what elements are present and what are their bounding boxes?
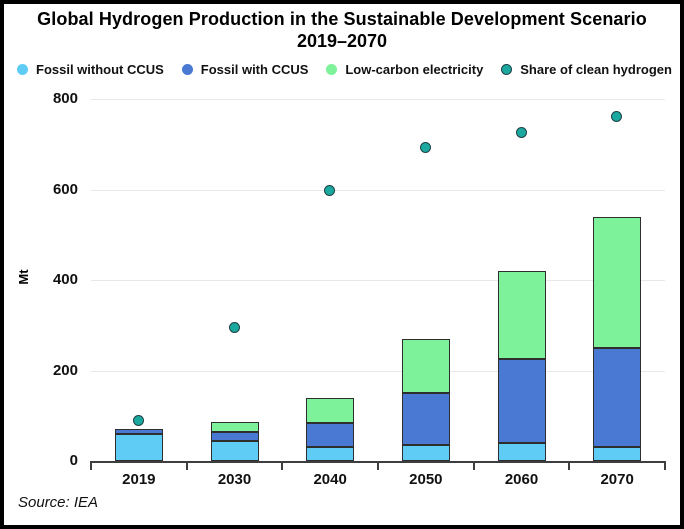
bar-segment bbox=[593, 447, 641, 461]
chart-title: Global Hydrogen Production in the Sustai… bbox=[4, 9, 680, 30]
bar-segment bbox=[306, 423, 354, 448]
x-axis-tick bbox=[186, 461, 188, 470]
scatter-dot bbox=[420, 142, 431, 153]
bar-segment bbox=[593, 217, 641, 348]
chart-card: Global Hydrogen Production in the Sustai… bbox=[0, 0, 684, 529]
scatter-dot bbox=[229, 322, 240, 333]
y-tick-label: 200 bbox=[22, 362, 78, 380]
x-axis-tick bbox=[377, 461, 379, 470]
bar-segment bbox=[402, 339, 450, 393]
bar-segment bbox=[593, 348, 641, 448]
stacked-bar bbox=[402, 339, 450, 461]
x-axis: 2019 2030 2040 2050 2060 2070 bbox=[91, 471, 665, 491]
bar-segment bbox=[306, 447, 354, 461]
legend-item: Fossil with CCUS bbox=[182, 62, 309, 77]
y-tick-label: 400 bbox=[22, 271, 78, 289]
legend-label: Low-carbon electricity bbox=[345, 62, 483, 77]
x-tick-label: 2060 bbox=[477, 471, 567, 488]
gridline bbox=[91, 371, 665, 372]
gridline bbox=[91, 190, 665, 191]
x-axis-tick bbox=[473, 461, 475, 470]
scatter-dot bbox=[324, 185, 335, 196]
x-axis-tick bbox=[664, 461, 666, 470]
bar-segment bbox=[306, 398, 354, 423]
scatter-dot bbox=[133, 415, 144, 426]
legend-item: Share of clean hydrogen bbox=[501, 62, 672, 77]
source-note: Source: IEA bbox=[18, 494, 98, 511]
stacked-bar bbox=[115, 429, 163, 461]
x-tick-label: 2050 bbox=[381, 471, 471, 488]
gridline bbox=[91, 99, 665, 100]
legend-label: Share of clean hydrogen bbox=[520, 62, 672, 77]
x-tick-label: 2040 bbox=[285, 471, 375, 488]
chart-subtitle: 2019–2070 bbox=[4, 31, 680, 52]
x-tick-label: 2030 bbox=[190, 471, 280, 488]
y-axis: 0200400600800 bbox=[22, 99, 78, 461]
legend-item: Fossil without CCUS bbox=[17, 62, 164, 77]
legend-item: Low-carbon electricity bbox=[326, 62, 483, 77]
y-tick-label: 800 bbox=[22, 90, 78, 108]
stacked-bar bbox=[593, 217, 641, 461]
y-tick-label: 0 bbox=[22, 452, 78, 470]
scatter-legend-marker-icon bbox=[501, 64, 512, 75]
scatter-dot bbox=[611, 111, 622, 122]
stacked-bar bbox=[306, 398, 354, 461]
stacked-bar bbox=[211, 422, 259, 461]
bar-legend-marker-icon bbox=[326, 64, 337, 75]
legend-label: Fossil with CCUS bbox=[201, 62, 309, 77]
bar-segment bbox=[498, 443, 546, 461]
y-tick-label: 600 bbox=[22, 181, 78, 199]
x-axis-tick bbox=[568, 461, 570, 470]
bar-segment bbox=[211, 432, 259, 441]
bar-segment bbox=[211, 422, 259, 432]
scatter-dot bbox=[516, 127, 527, 138]
bar-segment bbox=[115, 434, 163, 461]
bar-segment bbox=[402, 393, 450, 445]
legend: Fossil without CCUS Fossil with CCUS Low-c… bbox=[17, 61, 672, 77]
x-axis-tick bbox=[281, 461, 283, 470]
bar-legend-marker-icon bbox=[17, 64, 28, 75]
bar-segment bbox=[498, 359, 546, 443]
gridline bbox=[91, 280, 665, 281]
x-tick-label: 2070 bbox=[572, 471, 662, 488]
bar-segment bbox=[498, 271, 546, 359]
bar-segment bbox=[211, 441, 259, 461]
stacked-bar bbox=[498, 271, 546, 461]
x-tick-label: 2019 bbox=[94, 471, 184, 488]
plot-area bbox=[91, 99, 665, 463]
legend-label: Fossil without CCUS bbox=[36, 62, 164, 77]
bar-legend-marker-icon bbox=[182, 64, 193, 75]
x-axis-tick bbox=[90, 461, 92, 470]
bar-segment bbox=[402, 445, 450, 461]
